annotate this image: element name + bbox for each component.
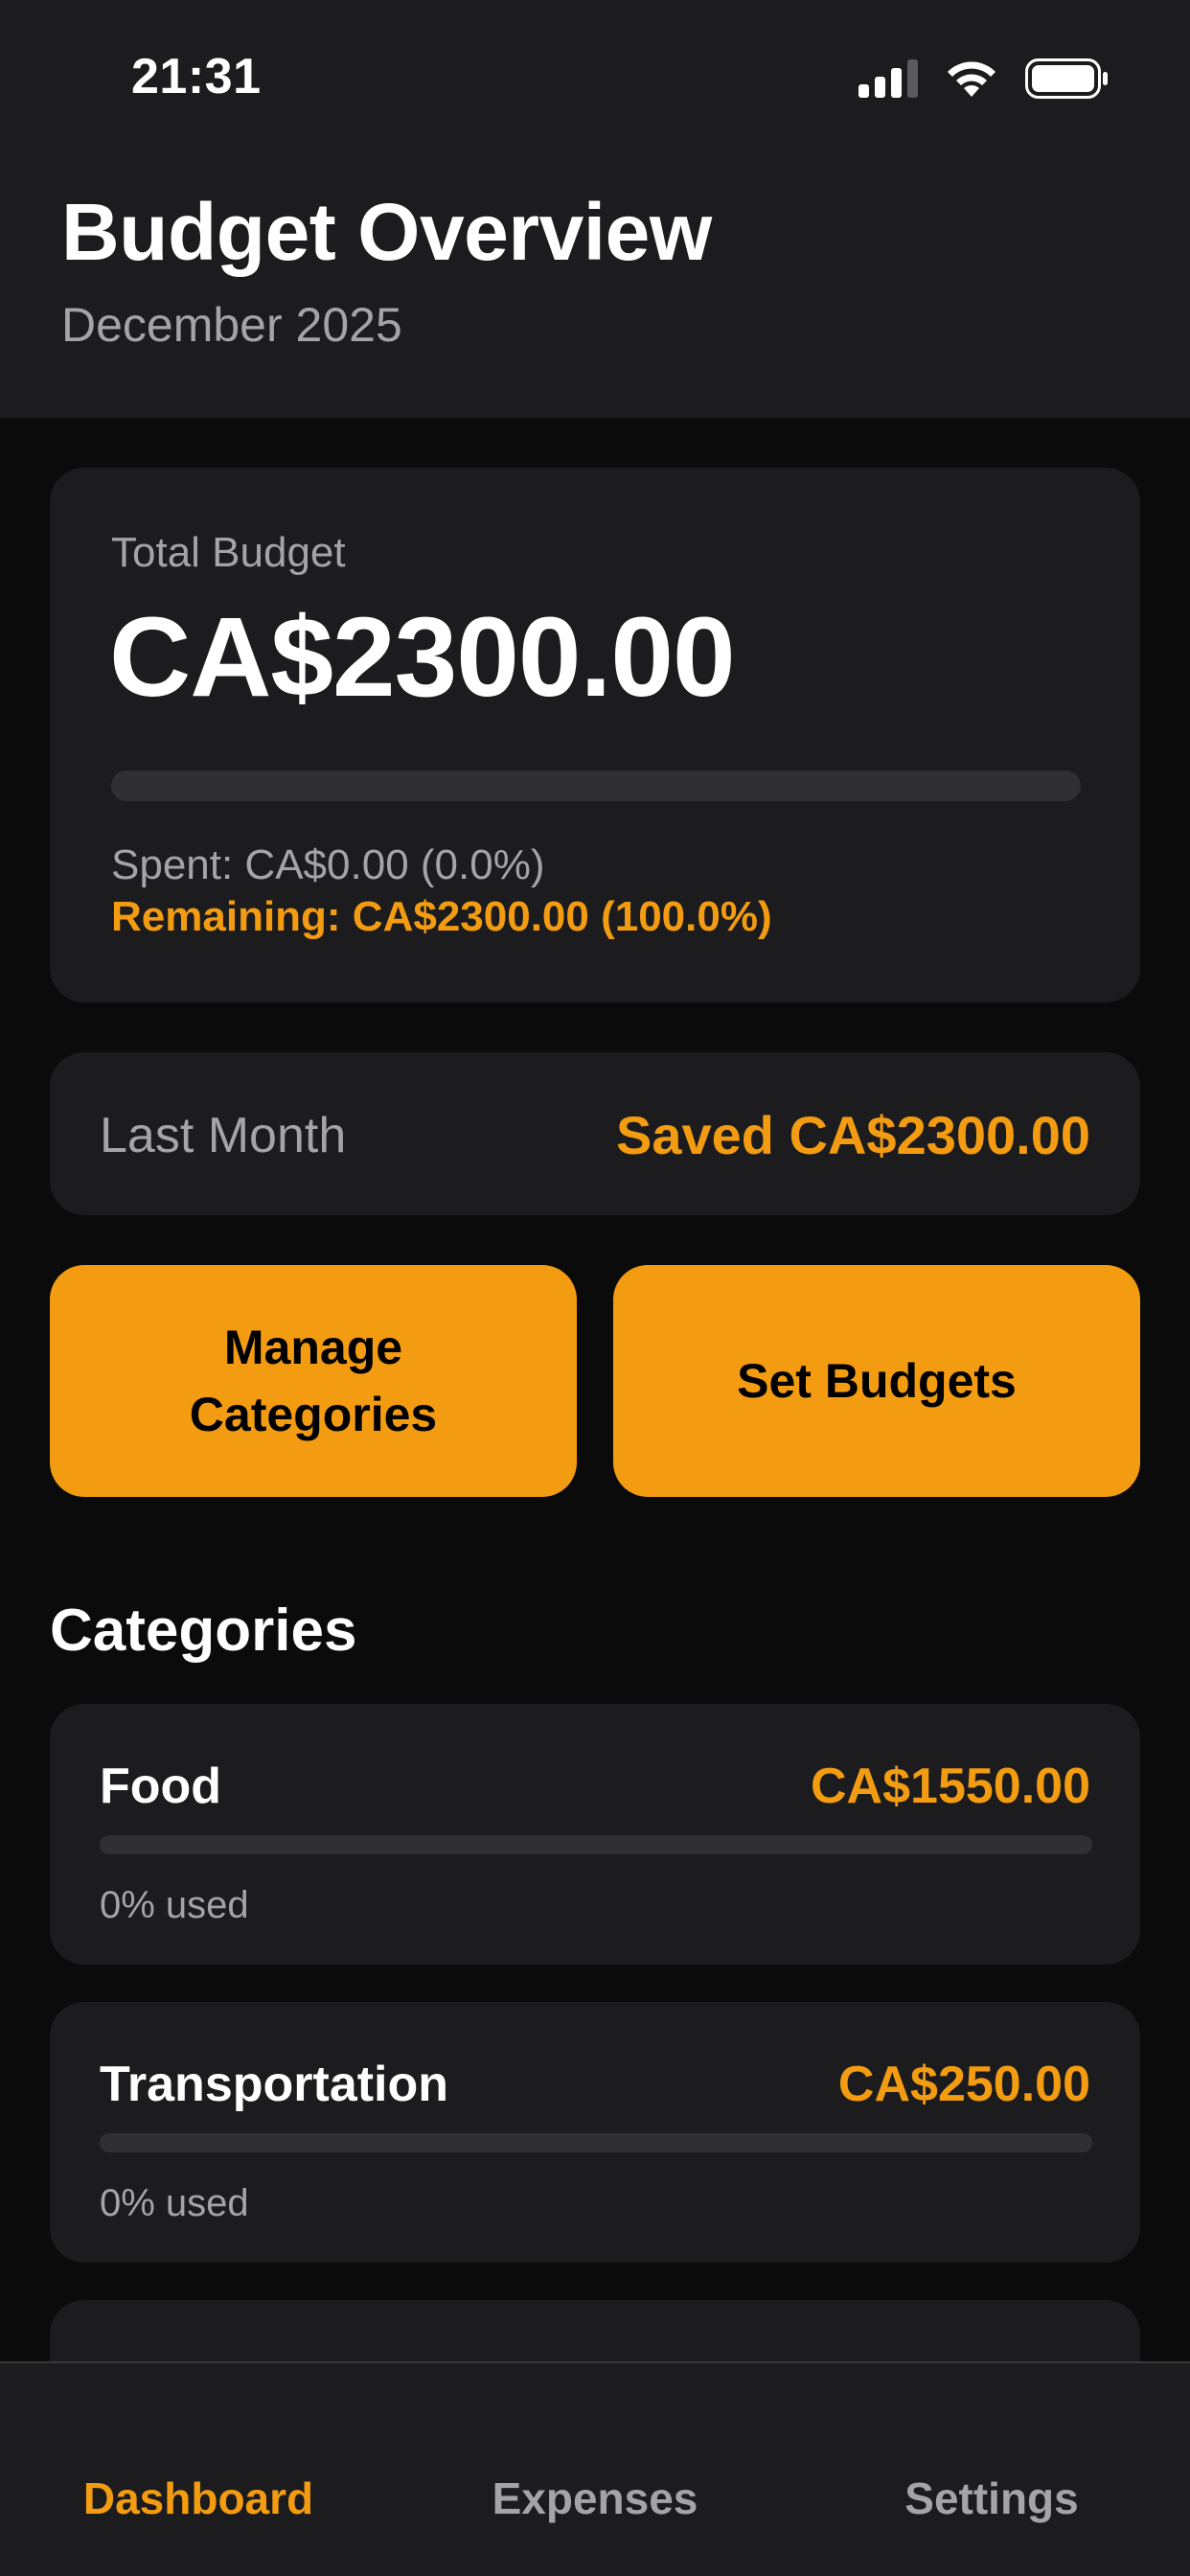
last-month-card: Last Month Saved CA$2300.00 — [50, 1052, 1140, 1215]
last-month-saved-value: Saved CA$2300.00 — [615, 1105, 1090, 1165]
categories-heading: Categories — [50, 1598, 357, 1664]
spent-text: Spent: CA$0.00 (0.0%) — [111, 841, 545, 888]
category-progress-bar — [100, 1835, 1092, 1854]
page-title: Budget Overview — [61, 187, 712, 277]
category-amount: CA$250.00 — [837, 2057, 1090, 2112]
set-budgets-button[interactable]: Set Budgets — [613, 1265, 1140, 1497]
tab-settings[interactable]: Settings — [793, 2472, 1190, 2524]
category-amount: CA$1550.00 — [811, 1759, 1090, 1814]
category-used-text: 0% used — [100, 1884, 249, 1926]
battery-icon — [1025, 58, 1108, 99]
last-month-label: Last Month — [100, 1108, 347, 1163]
remaining-text: Remaining: CA$2300.00 (100.0%) — [111, 893, 772, 940]
status-icons — [858, 58, 1110, 100]
total-budget-progress-bar — [111, 770, 1081, 801]
manage-categories-button[interactable]: Manage Categories — [50, 1265, 577, 1497]
header: 21:31 Budget Overview December 2025 — [0, 0, 1190, 418]
status-time: 21:31 — [131, 49, 262, 104]
total-budget-card: Total Budget CA$2300.00 Spent: CA$0.00 (… — [50, 468, 1140, 1002]
category-card-food[interactable]: Food CA$1550.00 0% used — [50, 1704, 1140, 1965]
category-progress-bar — [100, 2133, 1092, 2152]
category-name: Transportation — [100, 2057, 449, 2112]
page-subtitle: December 2025 — [61, 298, 402, 352]
tab-bar: Dashboard Expenses Settings — [0, 2361, 1190, 2576]
total-budget-label: Total Budget — [111, 529, 346, 576]
category-card-transportation[interactable]: Transportation CA$250.00 0% used — [50, 2002, 1140, 2263]
wifi-icon — [948, 61, 995, 97]
category-used-text: 0% used — [100, 2182, 249, 2224]
cellular-signal-icon — [858, 59, 918, 98]
tab-dashboard[interactable]: Dashboard — [0, 2472, 397, 2524]
category-name: Food — [100, 1759, 222, 1814]
total-budget-amount: CA$2300.00 — [109, 594, 736, 721]
tab-expenses[interactable]: Expenses — [397, 2472, 793, 2524]
